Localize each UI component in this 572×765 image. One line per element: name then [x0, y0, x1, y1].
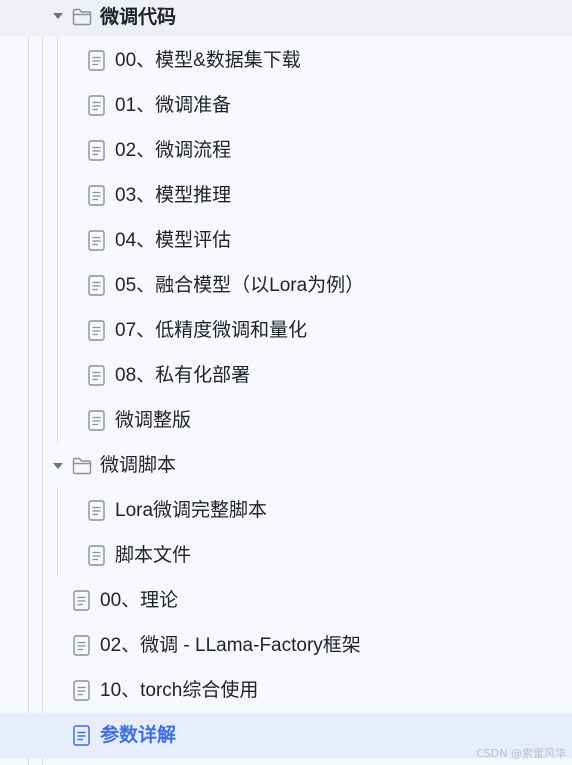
tree-item-label: 05、融合模型（以Lora为例）: [115, 275, 365, 296]
folder-label: 微调代码: [100, 7, 177, 28]
tree-item-label: 02、微调流程: [115, 140, 232, 161]
tree-item-label: 脚本文件: [115, 545, 192, 566]
tree-item-label: 02、微调 - LLama-Factory框架: [100, 635, 361, 656]
tree-item[interactable]: 04、模型评估: [0, 218, 572, 263]
tree-item[interactable]: 10、torch综合使用: [0, 668, 572, 713]
document-icon: [88, 320, 105, 341]
document-icon: [73, 680, 90, 701]
tree-item[interactable]: 03、模型推理: [0, 173, 572, 218]
folder-label: 微调脚本: [100, 455, 177, 476]
caret-down-icon[interactable]: [52, 10, 64, 22]
tree-item[interactable]: Lora微调完整脚本: [0, 488, 572, 533]
tree-item[interactable]: 05、融合模型（以Lora为例）: [0, 263, 572, 308]
document-icon: [88, 140, 105, 161]
doc-tree-panel: 微调代码 00、模型&数据集下载 01、微调准备 02、微调流程 03、模型推理…: [0, 0, 572, 765]
document-icon: [88, 365, 105, 386]
tree-item[interactable]: 08、私有化部署: [0, 353, 572, 398]
document-icon: [88, 275, 105, 296]
tree-item[interactable]: 微调整版: [0, 398, 572, 443]
document-icon: [88, 500, 105, 521]
tree-item-label: 参数详解: [100, 725, 177, 746]
document-icon: [73, 635, 90, 656]
tree-folder-script[interactable]: 微调脚本: [0, 443, 572, 488]
document-icon: [88, 410, 105, 431]
tree-item[interactable]: 00、理论: [0, 578, 572, 623]
tree-item-label: 03、模型推理: [115, 185, 232, 206]
document-icon: [88, 185, 105, 206]
tree-item-label: 10、torch综合使用: [100, 680, 259, 701]
tree-item-label: Lora微调完整脚本: [115, 500, 268, 521]
tree-item-label: 00、模型&数据集下载: [115, 50, 301, 71]
document-icon: [88, 230, 105, 251]
folder-icon: [72, 8, 92, 26]
tree-item[interactable]: 01、微调准备: [0, 83, 572, 128]
tree-item-label: 04、模型评估: [115, 230, 232, 251]
tree-item[interactable]: 02、微调流程: [0, 128, 572, 173]
document-icon: [88, 95, 105, 116]
tree-item-label: 01、微调准备: [115, 95, 232, 116]
tree-item-label: 07、低精度微调和量化: [115, 320, 308, 341]
tree-item[interactable]: 脚本文件: [0, 533, 572, 578]
tree-item-label: 08、私有化部署: [115, 365, 251, 386]
tree-item-label: 00、理论: [100, 590, 179, 611]
watermark: CSDN @索雷风华: [476, 747, 566, 760]
folder-icon: [72, 457, 92, 475]
document-icon: [73, 590, 90, 611]
caret-down-icon[interactable]: [52, 460, 64, 472]
document-icon: [88, 545, 105, 566]
document-icon: [88, 50, 105, 71]
tree-folder-code[interactable]: 微调代码: [0, 0, 572, 36]
tree-item[interactable]: 00、模型&数据集下载: [0, 38, 572, 83]
document-icon: [73, 725, 90, 746]
tree-item[interactable]: 07、低精度微调和量化: [0, 308, 572, 353]
tree-item[interactable]: 02、微调 - LLama-Factory框架: [0, 623, 572, 668]
tree-item-label: 微调整版: [115, 410, 192, 431]
